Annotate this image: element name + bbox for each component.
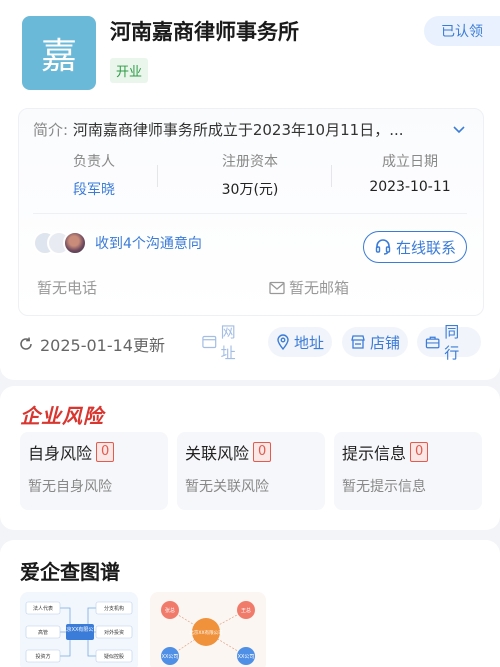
self-risk-box[interactable]: 自身风险 0 暂无自身风险: [20, 432, 168, 510]
contact-intent-count[interactable]: 收到4个沟通意向: [95, 233, 202, 253]
risk-box-title: 自身风险 0: [28, 440, 115, 464]
divider: [331, 165, 332, 187]
stat-value: 2023-10-11: [369, 179, 451, 195]
legal-representative-link[interactable]: 段军晓: [19, 179, 169, 199]
risk-box-label: 自身风险: [28, 444, 93, 463]
company-intro[interactable]: 简介: 河南嘉商律师事务所成立于2023年10月11日，...: [33, 119, 404, 140]
legal-representative: 负责人 段军晓: [19, 151, 169, 199]
registered-capital: 注册资本 30万(元): [175, 151, 325, 199]
stat-value: 30万(元): [221, 182, 279, 198]
chevron-down-icon[interactable]: [451, 121, 467, 137]
status-badge: 开业: [110, 58, 149, 83]
equity-graph-diagram: 张总 王总 XX公司 XX公司 北京XX有限公司: [161, 601, 255, 665]
intro-text: 河南嘉商律师事务所成立于2023年10月11日，...: [72, 121, 404, 139]
email-field: 暂无邮箱: [269, 277, 349, 298]
risk-count-badge: 0: [253, 442, 272, 462]
graph-center-label: 北京XX有限公司: [62, 626, 99, 633]
graph-node-label: 对外投资: [104, 629, 124, 636]
company-logo: 嘉: [22, 16, 96, 90]
risk-box-desc: 暂无自身风险: [28, 479, 112, 495]
location-pin-icon: [277, 334, 289, 350]
info-box: 简介: 河南嘉商律师事务所成立于2023年10月11日，... 负责人 段军晓 …: [18, 108, 484, 316]
peer-label: 同行: [444, 323, 460, 362]
contact-avatars: [33, 231, 93, 257]
graph-node-label: 疑似控股: [104, 653, 124, 660]
address-label: 地址: [294, 333, 325, 352]
store-icon: [351, 335, 365, 349]
company-card: 嘉 河南嘉商律师事务所 开业 已认领 简介: 河南嘉商律师事务所成立于2023年…: [0, 0, 500, 380]
stat-label: 注册资本: [222, 154, 278, 170]
risk-section-title: 企业风险: [20, 404, 104, 428]
graph-node-label: 分支机构: [104, 605, 124, 612]
graph-card: 爱企查图谱 北京XX有限公司 法人代表 分支机构 高管 对外投资 投资方 疑似控…: [0, 540, 500, 667]
notice-info-box[interactable]: 提示信息 0 暂无提示信息: [334, 432, 482, 510]
graph-section-title: 爱企查图谱: [20, 560, 120, 584]
browser-icon: [202, 335, 217, 349]
graph-node-label: 张总: [165, 607, 175, 614]
online-contact-button[interactable]: 在线联系: [363, 231, 467, 263]
relation-graph-thumbnail[interactable]: 北京XX有限公司 法人代表 分支机构 高管 对外投资 投资方 疑似控股: [20, 592, 138, 667]
graph-node-label: 投资方: [35, 653, 50, 660]
store-button[interactable]: 店铺: [342, 327, 408, 357]
risk-box-title: 提示信息 0: [342, 440, 429, 464]
avatar: [63, 231, 87, 255]
risk-box-title: 关联风险 0: [185, 440, 272, 464]
website-button[interactable]: 网址: [194, 323, 256, 362]
stat-label: 负责人: [73, 154, 115, 170]
divider: [33, 213, 467, 214]
update-time[interactable]: 2025-01-14更新: [18, 332, 165, 356]
refresh-icon: [20, 337, 32, 350]
risk-box-desc: 暂无提示信息: [342, 479, 426, 495]
address-button[interactable]: 地址: [268, 327, 332, 357]
risk-box-desc: 暂无关联风险: [185, 479, 269, 495]
stat-label: 成立日期: [382, 154, 438, 170]
claimed-badge[interactable]: 已认领: [424, 16, 500, 46]
graph-node-label: XX公司: [162, 654, 179, 660]
mail-icon: [269, 281, 285, 294]
email-text: 暂无邮箱: [289, 279, 350, 297]
briefcase-icon: [425, 336, 440, 349]
relation-graph-diagram: 北京XX有限公司 法人代表 分支机构 高管 对外投资 投资方 疑似控股: [25, 601, 133, 663]
peer-button[interactable]: 同行: [417, 323, 481, 362]
risk-box-label: 关联风险: [185, 444, 250, 463]
phone-field: 暂无电话: [37, 279, 98, 297]
graph-node-label: 王总: [241, 607, 251, 614]
company-name: 河南嘉商律师事务所: [110, 20, 299, 44]
intro-label: 简介:: [33, 121, 69, 139]
risk-card: 企业风险 自身风险 0 暂无自身风险 关联风险 0 暂无关联风险 提示信息 0 …: [0, 386, 500, 530]
risk-count-badge: 0: [96, 442, 115, 462]
related-risk-box[interactable]: 关联风险 0 暂无关联风险: [177, 432, 325, 510]
update-text: 2025-01-14更新: [40, 336, 165, 355]
equity-graph-thumbnail[interactable]: 张总 王总 XX公司 XX公司 北京XX有限公司: [150, 592, 266, 667]
risk-count-badge: 0: [410, 442, 429, 462]
divider: [157, 165, 158, 187]
website-label: 网址: [220, 323, 236, 362]
graph-center-label: 北京XX有限公司: [189, 629, 222, 636]
online-contact-label: 在线联系: [395, 238, 456, 257]
graph-node-label: XX公司: [238, 654, 255, 660]
established-date: 成立日期 2023-10-11: [335, 151, 485, 195]
graph-node-label: 高管: [38, 629, 48, 636]
store-label: 店铺: [370, 333, 401, 352]
headset-icon: [375, 239, 391, 255]
graph-node-label: 法人代表: [33, 605, 53, 612]
risk-box-label: 提示信息: [342, 444, 407, 463]
